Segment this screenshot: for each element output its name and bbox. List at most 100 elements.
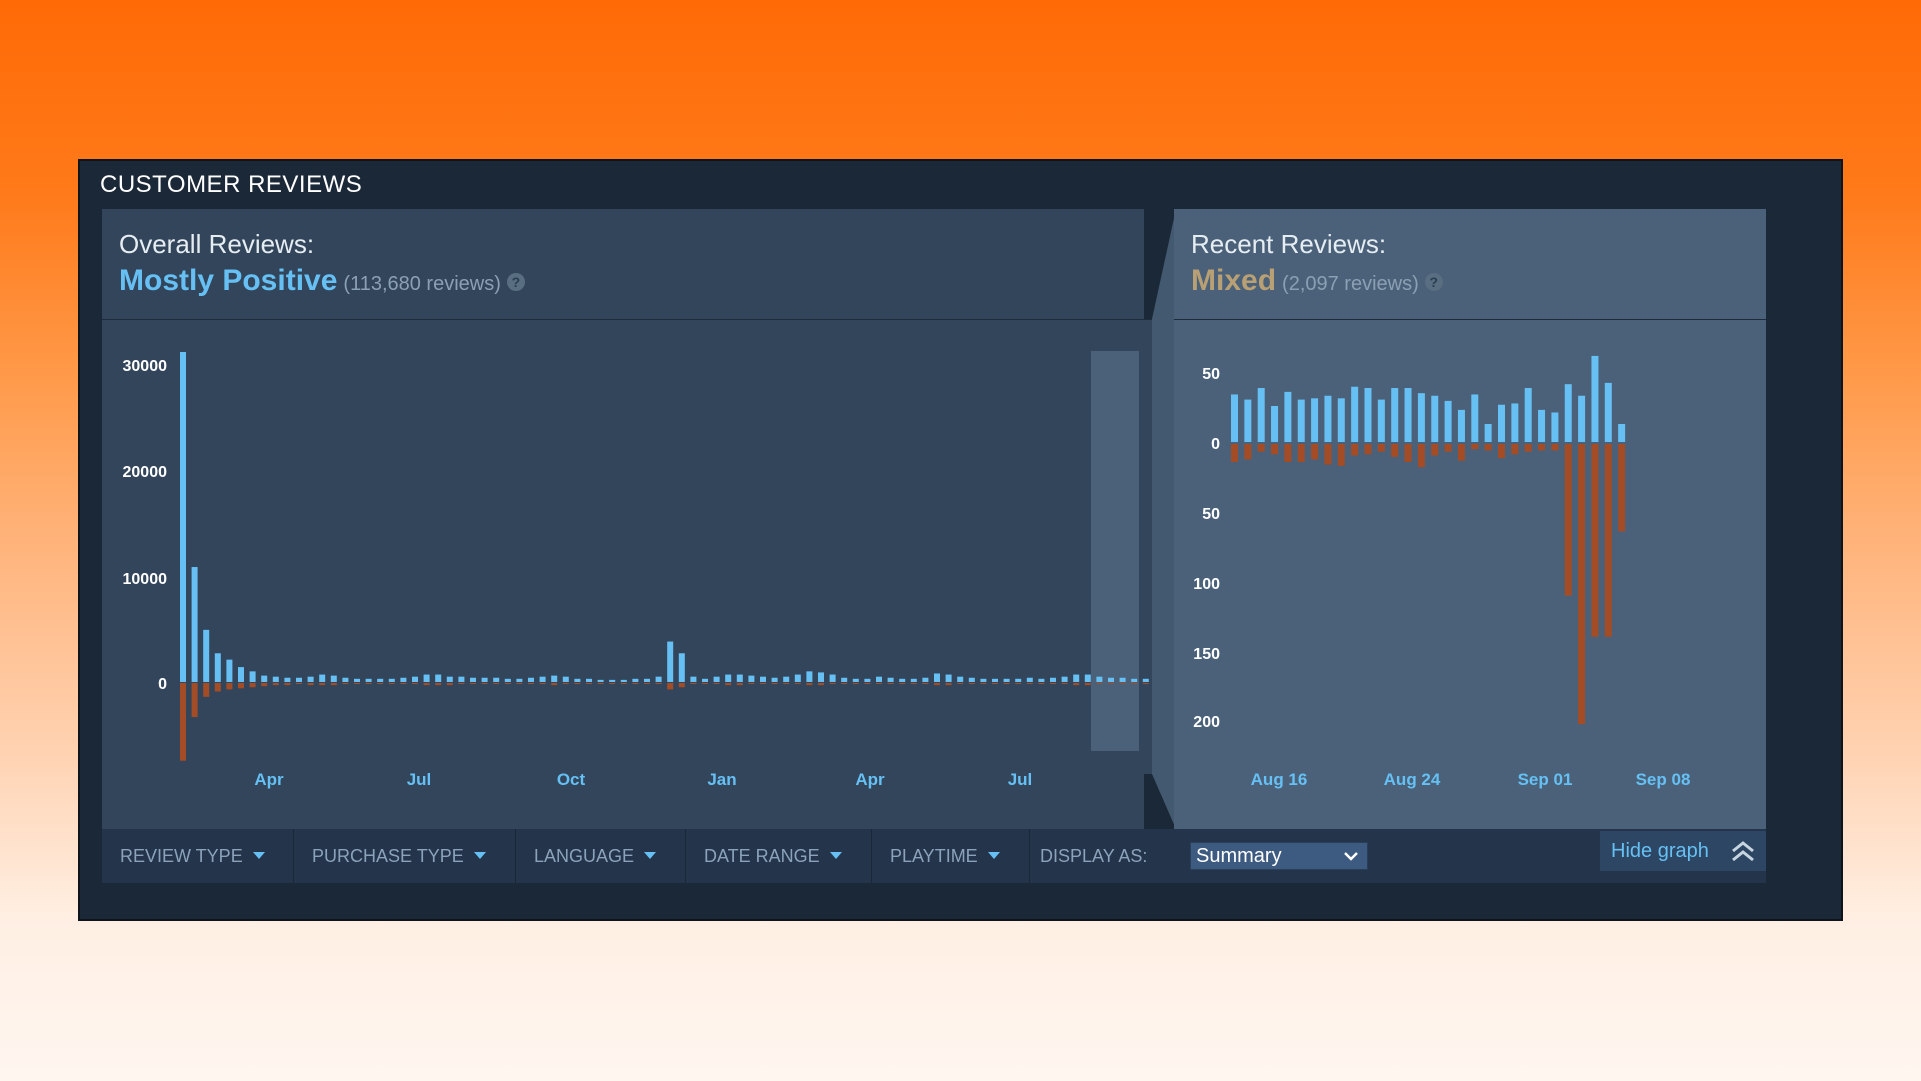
- positive-bar: [725, 674, 732, 682]
- positive-bar: [922, 677, 929, 682]
- filter-label: DATE RANGE: [704, 846, 820, 866]
- negative-bar: [1084, 683, 1091, 686]
- section-title: CUSTOMER REVIEWS: [100, 171, 363, 198]
- y-tick-label: 20000: [123, 464, 168, 481]
- positive-bar: [1096, 676, 1103, 682]
- x-tick-label: Sep 08: [1636, 770, 1691, 789]
- positive-bar: [1337, 398, 1345, 442]
- negative-bar: [678, 683, 685, 688]
- negative-bar: [690, 683, 697, 685]
- recent-score[interactable]: Mixed: [1191, 264, 1276, 297]
- overall-reviews-header: Overall Reviews: Mostly Positive (113,680…: [102, 209, 1170, 320]
- negative-bar: [876, 683, 882, 685]
- display-as-select[interactable]: Summary: [1190, 842, 1368, 870]
- negative-bar: [1604, 444, 1612, 637]
- help-icon[interactable]: ?: [1424, 273, 1443, 291]
- review-filter-bar: REVIEW TYPE PURCHASE TYPE LANGUAGE DATE …: [102, 829, 1766, 883]
- filter-review-type[interactable]: REVIEW TYPE: [102, 829, 294, 883]
- negative-bar: [1471, 444, 1479, 450]
- negative-bar: [1417, 444, 1425, 468]
- positive-bar: [760, 676, 766, 682]
- negative-bar: [922, 683, 929, 685]
- negative-bar: [493, 683, 500, 685]
- y-tick-label: 10000: [123, 571, 168, 588]
- negative-bar: [272, 683, 279, 686]
- negative-bar: [319, 683, 326, 686]
- double-chevron-up-icon: [1732, 841, 1754, 862]
- negative-bar: [806, 683, 813, 686]
- x-tick-label: Jan: [707, 770, 736, 789]
- positive-bar: [446, 676, 453, 682]
- positive-bar: [1244, 399, 1252, 442]
- negative-bar: [1578, 444, 1586, 725]
- y-tick-label: 0: [1211, 436, 1220, 453]
- display-as-label: DISPLAY AS:: [1040, 846, 1148, 866]
- x-tick-label: Aug 16: [1251, 770, 1308, 789]
- positive-bar: [620, 679, 627, 682]
- negative-bar: [504, 683, 511, 685]
- positive-bar: [296, 677, 302, 682]
- positive-bar: [702, 678, 708, 682]
- positive-bar: [887, 677, 894, 682]
- y-tick-label: 50: [1202, 506, 1220, 523]
- negative-bar: [574, 683, 581, 685]
- y-tick-label: 30000: [123, 358, 168, 375]
- negative-bar: [1284, 444, 1292, 462]
- positive-bar: [852, 678, 859, 682]
- negative-bar: [423, 683, 430, 686]
- positive-bar: [899, 678, 906, 682]
- positive-bar: [423, 674, 430, 682]
- negative-bar: [1324, 444, 1332, 465]
- filter-language[interactable]: LANGUAGE: [516, 829, 686, 883]
- filter-purchase-type[interactable]: PURCHASE TYPE: [294, 829, 516, 883]
- negative-bar: [1026, 683, 1033, 685]
- negative-bar: [1538, 444, 1546, 451]
- positive-bar: [1524, 388, 1532, 442]
- filter-playtime[interactable]: PLAYTIME: [872, 829, 1030, 883]
- hide-graph-button[interactable]: Hide graph: [1600, 831, 1766, 871]
- negative-bar: [1404, 444, 1412, 462]
- positive-bar: [400, 677, 407, 682]
- negative-bar: [794, 683, 801, 685]
- caret-down-icon: [644, 852, 657, 859]
- positive-bar: [1271, 406, 1279, 442]
- negative-bar: [864, 683, 871, 685]
- negative-bar: [516, 683, 523, 685]
- negative-bar: [1311, 444, 1319, 460]
- positive-bar: [493, 677, 500, 682]
- positive-bar: [574, 678, 581, 682]
- negative-bar: [458, 683, 465, 685]
- positive-bar: [516, 678, 523, 682]
- negative-bar: [284, 683, 291, 686]
- positive-bar: [609, 679, 616, 682]
- positive-bar: [1377, 399, 1385, 442]
- positive-bar: [1257, 388, 1265, 442]
- positive-bar: [771, 677, 778, 682]
- overall-reviews-panel: Overall Reviews: Mostly Positive (113,680…: [102, 209, 1170, 829]
- positive-bar: [1231, 394, 1238, 442]
- negative-bar: [667, 683, 674, 690]
- display-as-value: Summary: [1196, 845, 1282, 867]
- positive-bar: [1015, 678, 1022, 682]
- positive-bar: [597, 679, 604, 682]
- overall-reviews-chart: 30000 20000 10000 0 Apr Jul Oct Jan Apr Jul: [123, 351, 1170, 789]
- positive-bar: [470, 677, 476, 682]
- overall-score[interactable]: Mostly Positive: [119, 264, 337, 297]
- positive-bar: [458, 676, 465, 682]
- negative-bar: [934, 683, 940, 686]
- positive-bar: [1484, 424, 1492, 442]
- filter-date-range[interactable]: DATE RANGE: [686, 829, 872, 883]
- negative-bar: [296, 683, 302, 685]
- y-tick-label: 100: [1193, 576, 1220, 593]
- positive-bar: [528, 677, 534, 682]
- customer-reviews-section: CUSTOMER REVIEWS Overall Reviews: Mostly…: [78, 159, 1843, 921]
- negative-bar: [760, 683, 766, 685]
- positive-bar: [783, 676, 790, 682]
- negative-bar: [1431, 444, 1439, 456]
- negative-bar: [609, 683, 616, 685]
- negative-bar: [1364, 444, 1372, 455]
- positive-bar: [678, 653, 685, 682]
- positive-bar: [667, 641, 674, 682]
- help-icon[interactable]: ?: [506, 273, 525, 291]
- positive-bar: [388, 678, 395, 682]
